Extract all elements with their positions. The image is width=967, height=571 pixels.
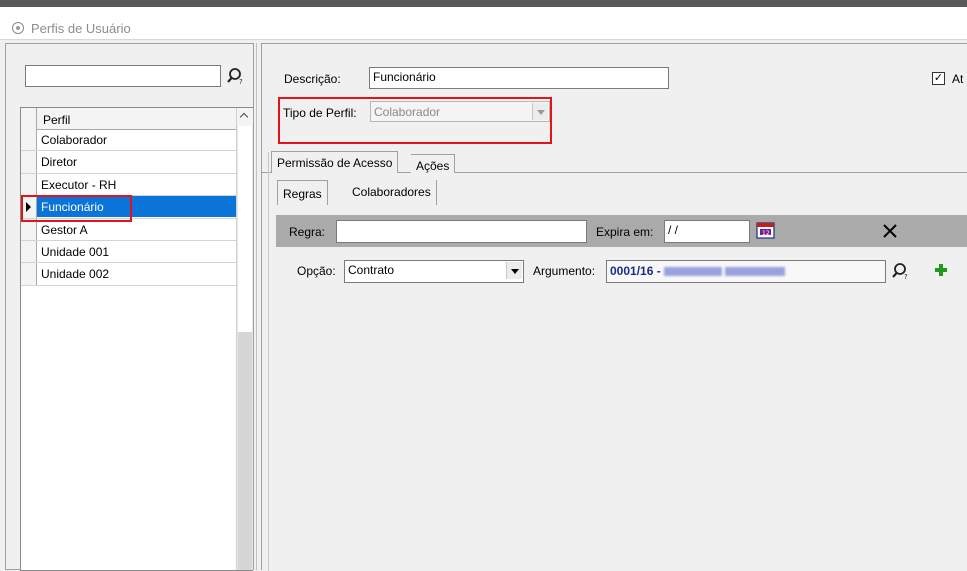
search-icon[interactable]: ? [891,261,911,281]
opcao-value: Contrato [348,263,395,277]
svg-text:?: ? [239,78,243,86]
table-row[interactable]: Unidade 002 [21,263,236,286]
chevron-down-icon[interactable] [532,103,548,120]
row-indicator-arrow-icon [21,196,37,218]
scroll-up-icon[interactable] [237,108,253,126]
row-perfil: Funcionário [37,196,236,218]
profile-list-panel: ? Perfil Colaborador Diretor Executor - … [5,43,254,571]
add-icon[interactable] [933,262,953,282]
table-row-selected[interactable]: Funcionário [21,196,236,219]
row-indicator [21,173,37,196]
regra-label: Regra: [289,225,326,239]
table-row[interactable]: Gestor A [21,218,236,241]
tipo-perfil-select[interactable]: Colaborador [370,101,550,122]
row-indicator [21,218,37,240]
column-header-perfil[interactable]: Perfil [43,113,70,127]
row-indicator [21,263,37,285]
row-indicator [21,240,37,263]
profile-detail-panel: Descrição: Funcionário ✓ At Tipo de Perf… [261,43,967,571]
chevron-down-icon[interactable] [506,262,522,279]
scroll-track[interactable] [238,332,252,570]
grid-header: Perfil [21,108,236,130]
ativo-label: At [952,72,964,86]
scroll-thumb[interactable] [238,126,252,332]
expira-label: Expira em: [596,225,654,239]
grid-rows: Colaborador Diretor Executor - RH Funcio… [21,129,236,286]
svg-text:12: 12 [762,230,770,237]
table-row[interactable]: Colaborador [21,129,236,152]
calendar-icon[interactable]: 12 [756,220,776,240]
redacted-text [724,267,785,277]
argumento-field[interactable]: 0001/16 - [606,260,886,283]
table-row[interactable]: Executor - RH [21,173,236,197]
row-perfil: Gestor A [41,222,88,237]
descricao-input[interactable]: Funcionário [369,67,669,89]
table-row[interactable]: Diretor [21,151,236,174]
regra-input[interactable] [336,220,587,243]
row-perfil: Colaborador [41,133,108,147]
grid-vertical-scrollbar[interactable] [236,108,253,570]
window-title: Perfis de Usuário [31,21,131,36]
row-perfil: Diretor [41,155,78,170]
app-icon [12,22,24,34]
search-icon[interactable]: ? [226,66,246,86]
opcao-select[interactable]: Contrato [344,260,524,283]
svg-text:?: ? [904,273,908,281]
title-bar: Perfis de Usuário [0,7,967,40]
rule-toolbar: Regra: Expira em: / / 12 [276,215,967,247]
table-row[interactable]: Unidade 001 [21,240,236,264]
redacted-text [663,267,722,277]
tipo-perfil-value: Colaborador [374,105,441,119]
descricao-label: Descrição: [284,72,341,86]
profile-search-input[interactable] [25,65,221,87]
argumento-value: 0001/16 - [610,264,661,278]
expira-input[interactable]: / / [664,220,750,243]
row-perfil: Executor - RH [41,177,117,192]
subtab-colaboradores[interactable]: Colaboradores [347,180,437,205]
row-perfil: Unidade 002 [41,267,110,282]
subtab-regras[interactable]: Regras [277,180,328,205]
profile-grid: Perfil Colaborador Diretor Executor - RH… [20,107,253,571]
opcao-label: Opção: [297,264,336,278]
grid-header-indicator [21,108,37,129]
window-top-strip [0,0,967,7]
row-indicator [21,129,37,151]
tipo-perfil-label: Tipo de Perfil: [283,106,357,120]
ativo-checkbox[interactable]: ✓ [932,72,945,85]
row-perfil: Unidade 001 [41,244,110,259]
row-indicator [21,151,37,173]
argumento-label: Argumento: [533,264,596,278]
close-icon[interactable] [881,222,901,242]
